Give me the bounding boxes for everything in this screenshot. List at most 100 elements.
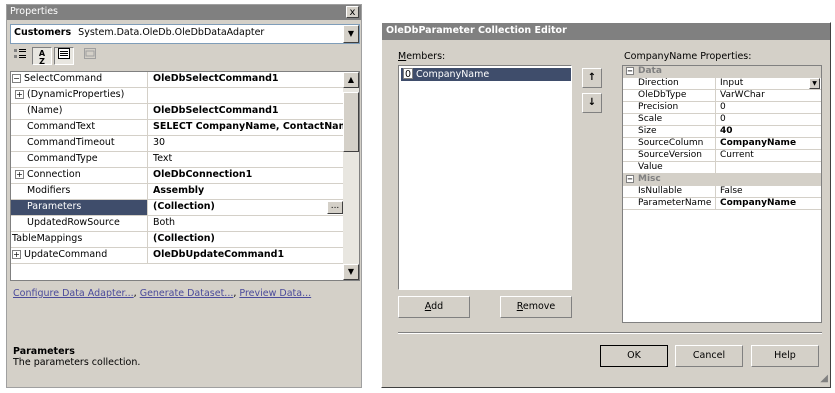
cancel-button[interactable]: Cancel: [675, 345, 743, 367]
collapse-icon[interactable]: −: [626, 66, 634, 75]
ellipsis-button[interactable]: ...: [327, 201, 343, 214]
dialog-title: OleDbParameter Collection Editor: [382, 23, 830, 40]
properties-view-button[interactable]: [54, 47, 74, 65]
collapse-icon[interactable]: −: [12, 74, 21, 83]
chevron-down-icon[interactable]: ▼: [343, 25, 359, 43]
property-value[interactable]: Text: [149, 152, 345, 167]
property-value[interactable]: [717, 162, 821, 173]
parameter-property-row[interactable]: ParameterName CompanyName: [623, 198, 821, 210]
vertical-scrollbar[interactable]: ▲ ▼: [343, 72, 359, 280]
property-value[interactable]: OleDbSelectCommand1: [149, 104, 345, 119]
preview-data-link[interactable]: Preview Data...: [239, 288, 311, 299]
property-name: Direction: [623, 78, 716, 89]
property-value[interactable]: CompanyName: [717, 138, 821, 149]
collection-editor-dialog: OleDbParameter Collection Editor Members…: [381, 22, 831, 388]
expand-icon[interactable]: +: [15, 170, 24, 179]
chevron-down-icon[interactable]: ▼: [809, 78, 820, 89]
parameter-property-grid: − Data Direction Input ▼ OleDbType VarWChar Pre…: [622, 65, 822, 323]
property-row[interactable]: CommandTimeout 30: [11, 136, 345, 152]
property-row[interactable]: CommandType Text: [11, 152, 345, 168]
scroll-up-icon[interactable]: ▲: [343, 72, 359, 88]
property-row[interactable]: − SelectCommand OleDbSelectCommand1: [11, 72, 345, 88]
property-value[interactable]: False: [717, 186, 821, 197]
generate-dataset-link[interactable]: Generate Dataset...: [140, 288, 234, 299]
property-value[interactable]: 0: [717, 114, 821, 125]
resize-grip-icon[interactable]: ◢: [816, 373, 828, 385]
parameter-property-row[interactable]: SourceVersion Current: [623, 150, 821, 162]
members-list[interactable]: 0 CompanyName: [398, 65, 572, 290]
property-value[interactable]: 0: [717, 102, 821, 113]
property-value[interactable]: [149, 88, 345, 103]
arrow-down-icon: ↓: [587, 97, 597, 108]
property-row[interactable]: + UpdateCommand OleDbUpdateCommand1: [11, 248, 345, 264]
property-value[interactable]: Both: [149, 216, 345, 231]
close-button[interactable]: x: [346, 6, 359, 18]
property-value[interactable]: CompanyName: [717, 198, 821, 209]
property-row[interactable]: + Connection OleDbConnection1: [11, 168, 345, 184]
property-value[interactable]: (Collection): [149, 232, 345, 247]
expand-icon[interactable]: +: [12, 250, 21, 259]
parameter-property-row[interactable]: Value: [623, 162, 821, 174]
properties-title: Properties: [10, 6, 59, 17]
property-value[interactable]: Input: [717, 78, 821, 89]
parameter-property-row[interactable]: IsNullable False: [623, 186, 821, 198]
properties-window: Properties x Customers System.Data.OleDb…: [6, 4, 362, 388]
property-row[interactable]: Parameters (Collection)...: [11, 200, 345, 216]
property-pages-button[interactable]: [80, 47, 100, 65]
property-row[interactable]: CommandText SELECT CompanyName, ContactNa…: [11, 120, 345, 136]
ok-button[interactable]: OK: [600, 345, 668, 367]
member-name: CompanyName: [416, 69, 490, 80]
configure-data-adapter-link[interactable]: Configure Data Adapter...: [13, 288, 134, 299]
collapse-icon[interactable]: −: [626, 174, 634, 183]
move-up-button[interactable]: ↑: [582, 68, 602, 88]
member-index: 0: [403, 68, 413, 80]
property-name: UpdatedRowSource: [27, 217, 120, 228]
parameter-property-row[interactable]: Precision 0: [623, 102, 821, 114]
close-icon: x: [349, 7, 356, 18]
property-row[interactable]: UpdatedRowSource Both: [11, 216, 345, 232]
property-row[interactable]: Modifiers Assembly: [11, 184, 345, 200]
scroll-down-icon[interactable]: ▼: [343, 264, 359, 280]
property-row[interactable]: TableMappings (Collection): [11, 232, 345, 248]
property-value[interactable]: 40: [717, 126, 821, 137]
move-down-button[interactable]: ↓: [582, 93, 602, 113]
property-name: SelectCommand: [24, 73, 103, 84]
help-button[interactable]: Help: [751, 345, 819, 367]
property-value[interactable]: 30: [149, 136, 345, 151]
parameter-property-row[interactable]: OleDbType VarWChar: [623, 90, 821, 102]
description-title: Parameters: [13, 346, 75, 357]
property-value[interactable]: SELECT CompanyName, ContactName: [149, 120, 345, 135]
property-row[interactable]: + (DynamicProperties): [11, 88, 345, 104]
list-item[interactable]: 0 CompanyName: [401, 68, 571, 81]
property-name: SourceVersion: [623, 150, 716, 161]
property-value[interactable]: OleDbConnection1: [149, 168, 345, 183]
property-value[interactable]: (Collection): [149, 200, 345, 215]
property-value[interactable]: Current: [717, 150, 821, 161]
property-value[interactable]: OleDbUpdateCommand1: [149, 248, 345, 263]
separator: [398, 332, 822, 334]
property-value[interactable]: OleDbSelectCommand1: [149, 72, 345, 87]
category-row[interactable]: − Misc: [623, 174, 821, 186]
category-row[interactable]: − Data: [623, 66, 821, 78]
property-name: ParameterName: [623, 198, 716, 209]
categorized-icon: [14, 49, 26, 58]
categorized-button[interactable]: [10, 47, 30, 65]
add-button[interactable]: Add: [398, 296, 470, 318]
parameter-property-row[interactable]: Size 40: [623, 126, 821, 138]
scroll-thumb[interactable]: [343, 92, 359, 152]
property-value[interactable]: VarWChar: [717, 90, 821, 101]
parameter-property-row[interactable]: Scale 0: [623, 114, 821, 126]
remove-button[interactable]: Remove: [500, 296, 572, 318]
property-name: CommandTimeout: [27, 137, 115, 148]
object-selector[interactable]: Customers System.Data.OleDb.OleDbDataAda…: [10, 24, 360, 44]
property-name: UpdateCommand: [24, 249, 108, 260]
category-name: Misc: [638, 174, 661, 184]
property-row[interactable]: (Name) OleDbSelectCommand1: [11, 104, 345, 120]
parameter-property-row[interactable]: Direction Input ▼: [623, 78, 821, 90]
property-name: IsNullable: [623, 186, 716, 197]
parameter-property-row[interactable]: SourceColumn CompanyName: [623, 138, 821, 150]
object-type: System.Data.OleDb.OleDbDataAdapter: [78, 27, 265, 38]
expand-icon[interactable]: +: [15, 90, 24, 99]
alphabetical-button[interactable]: AZ: [32, 47, 52, 66]
property-value[interactable]: Assembly: [149, 184, 345, 199]
